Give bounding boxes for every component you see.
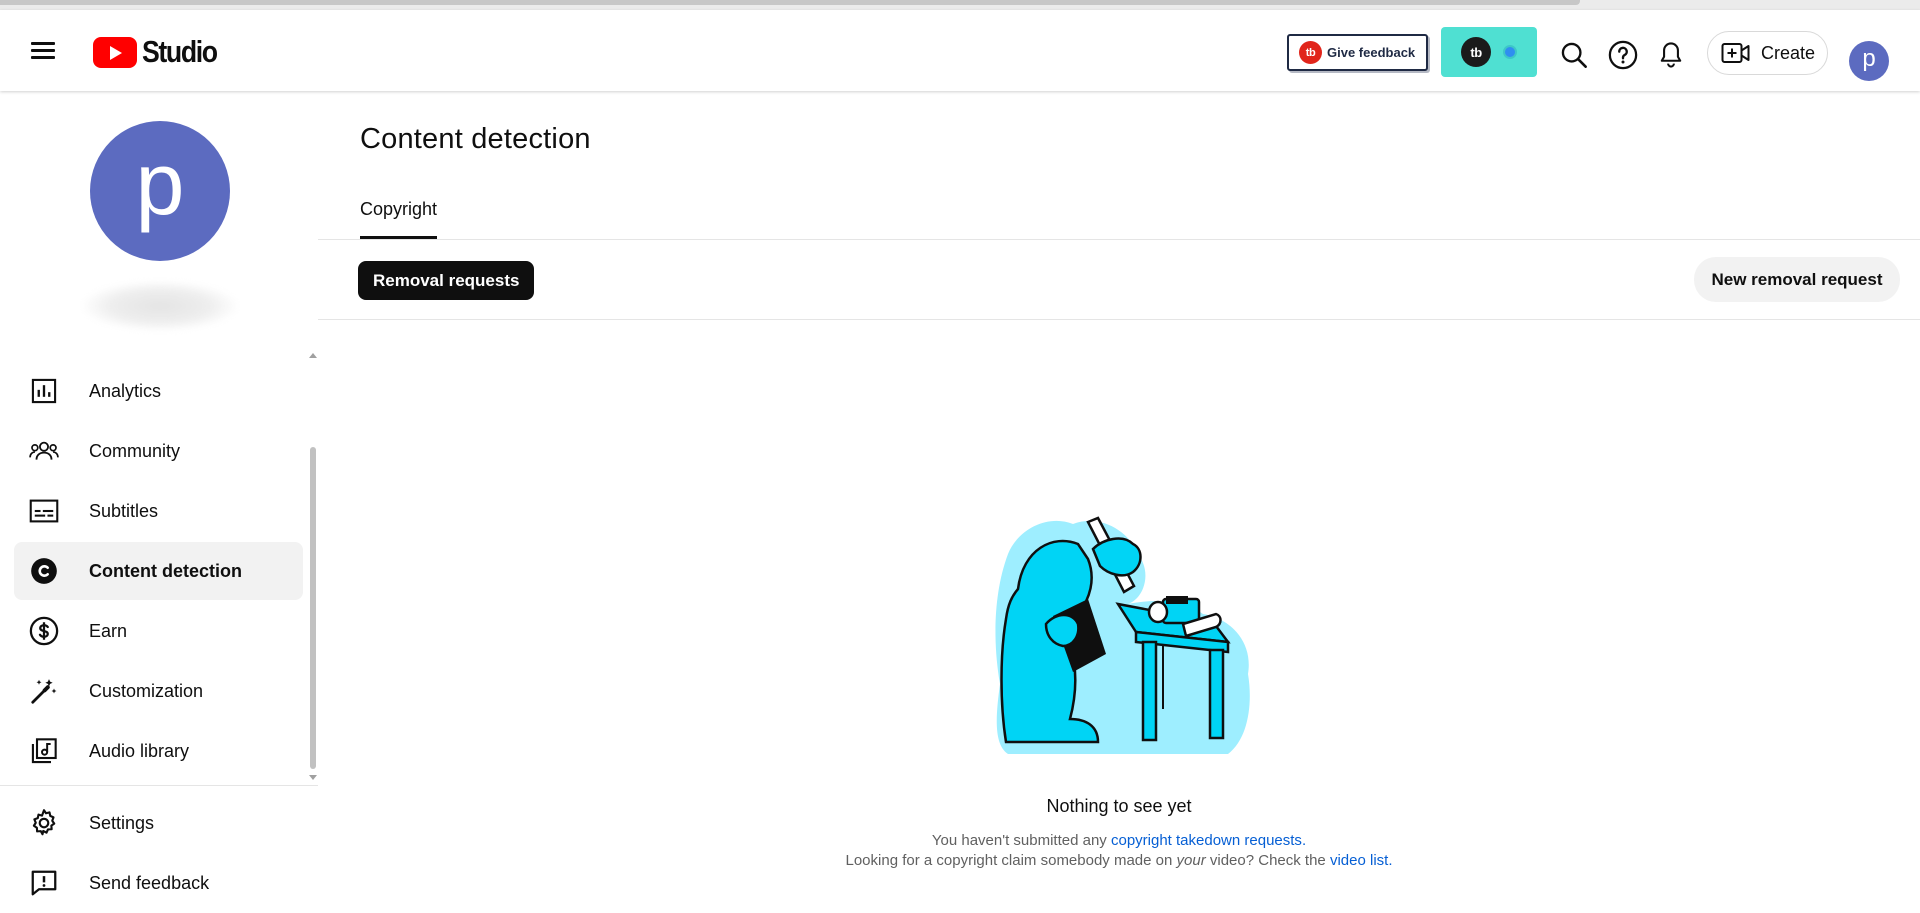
empty-state-title: Nothing to see yet <box>1046 796 1192 816</box>
empty-line2-suffix: . <box>1388 852 1393 869</box>
studio-logo-text: Studio <box>142 34 218 69</box>
tubebuddy-icon: tb <box>1299 41 1322 64</box>
tab-copyright[interactable]: Copyright <box>360 199 438 239</box>
scroll-up-arrow-icon[interactable] <box>309 353 317 358</box>
notifications-bell-icon[interactable] <box>1654 38 1688 72</box>
feedback-icon <box>29 868 59 898</box>
browser-top-strip <box>0 0 1920 10</box>
status-dot-icon <box>1503 45 1517 59</box>
new-removal-request-button[interactable]: New removal request <box>1694 257 1900 302</box>
gear-icon <box>29 808 59 838</box>
audio-library-icon <box>29 736 59 766</box>
empty-line2-emphasis: your <box>1176 852 1206 869</box>
sidebar-item-label: Earn <box>89 620 128 641</box>
channel-avatar[interactable]: p <box>90 121 230 261</box>
youtube-play-icon <box>93 36 137 68</box>
sidebar-item-label: Community <box>89 440 181 461</box>
sidebar-item-settings[interactable]: Settings <box>14 794 303 852</box>
empty-line1-suffix: . <box>1301 832 1307 849</box>
help-icon[interactable] <box>1606 38 1640 72</box>
scroll-down-arrow-icon[interactable] <box>309 775 317 780</box>
sidebar-item-send-feedback[interactable]: Send feedback <box>14 854 303 912</box>
customization-icon <box>29 676 59 706</box>
page-title: Content detection <box>360 123 591 155</box>
sidebar-item-label: Send feedback <box>89 872 210 893</box>
sidebar-item-analytics[interactable]: Analytics <box>14 362 303 420</box>
empty-line2-prefix: Looking for a copyright claim somebody m… <box>845 852 1177 869</box>
copyright-takedown-requests-link[interactable]: copyright takedown requests <box>1111 832 1302 849</box>
filter-divider <box>318 319 1920 320</box>
sidebar-item-earn[interactable]: Earn <box>14 602 303 660</box>
sidebar-divider <box>0 785 318 786</box>
sidebar-item-content-detection[interactable]: Content detection <box>14 542 303 600</box>
empty-line2-middle: video? Check the <box>1205 852 1330 869</box>
sidebar-item-label: Analytics <box>89 380 162 401</box>
empty-state-line-1: You haven't submitted any copyright take… <box>318 832 1920 849</box>
top-app-bar: Studio tb Give feedback tb Create p <box>0 10 1920 91</box>
sidebar-item-customization[interactable]: Customization <box>14 662 303 720</box>
menu-icon[interactable] <box>28 38 58 64</box>
tubebuddy-extension-button[interactable]: tb <box>1441 27 1537 77</box>
empty-line1-prefix: You haven't submitted any <box>931 832 1111 849</box>
sidebar-item-label: Content detection <box>89 560 242 581</box>
give-feedback-button[interactable]: tb Give feedback <box>1287 34 1428 71</box>
sidebar-item-label: Subtitles <box>89 500 159 521</box>
content-detection-icon <box>29 556 59 586</box>
sidebar-item-label: Audio library <box>89 740 190 761</box>
sidebar-item-label: Customization <box>89 680 204 701</box>
analytics-icon <box>29 376 59 406</box>
browser-scroll-bar <box>0 0 1580 5</box>
tabs-divider <box>318 239 1920 240</box>
create-video-icon <box>1721 43 1750 63</box>
create-label: Create <box>1761 42 1816 63</box>
subtitles-icon <box>29 496 59 526</box>
sidebar-item-subtitles[interactable]: Subtitles <box>14 482 303 540</box>
empty-state-line-2: Looking for a copyright claim somebody m… <box>318 852 1920 869</box>
account-avatar[interactable]: p <box>1849 41 1889 81</box>
sidebar-scrollbar[interactable] <box>310 447 316 769</box>
main-content: Content detection Copyright Removal requ… <box>318 91 1920 913</box>
inspector-illustration <box>995 516 1250 754</box>
sidebar-item-audio-library[interactable]: Audio library <box>14 722 303 780</box>
video-list-link[interactable]: video list <box>1330 852 1388 869</box>
studio-logo[interactable]: Studio <box>93 34 229 70</box>
earn-icon <box>29 616 59 646</box>
give-feedback-label: Give feedback <box>1327 45 1416 60</box>
sidebar-item-label: Settings <box>89 812 155 833</box>
search-icon[interactable] <box>1557 38 1591 72</box>
sidebar-item-community[interactable]: Community <box>14 422 303 480</box>
create-button[interactable]: Create <box>1707 31 1828 75</box>
channel-name-redacted <box>82 281 238 331</box>
removal-requests-chip[interactable]: Removal requests <box>358 261 535 300</box>
sidebar: p Analytics Community Subtitles Content … <box>0 91 318 913</box>
tubebuddy-dark-icon: tb <box>1461 37 1491 67</box>
community-icon <box>29 436 59 466</box>
